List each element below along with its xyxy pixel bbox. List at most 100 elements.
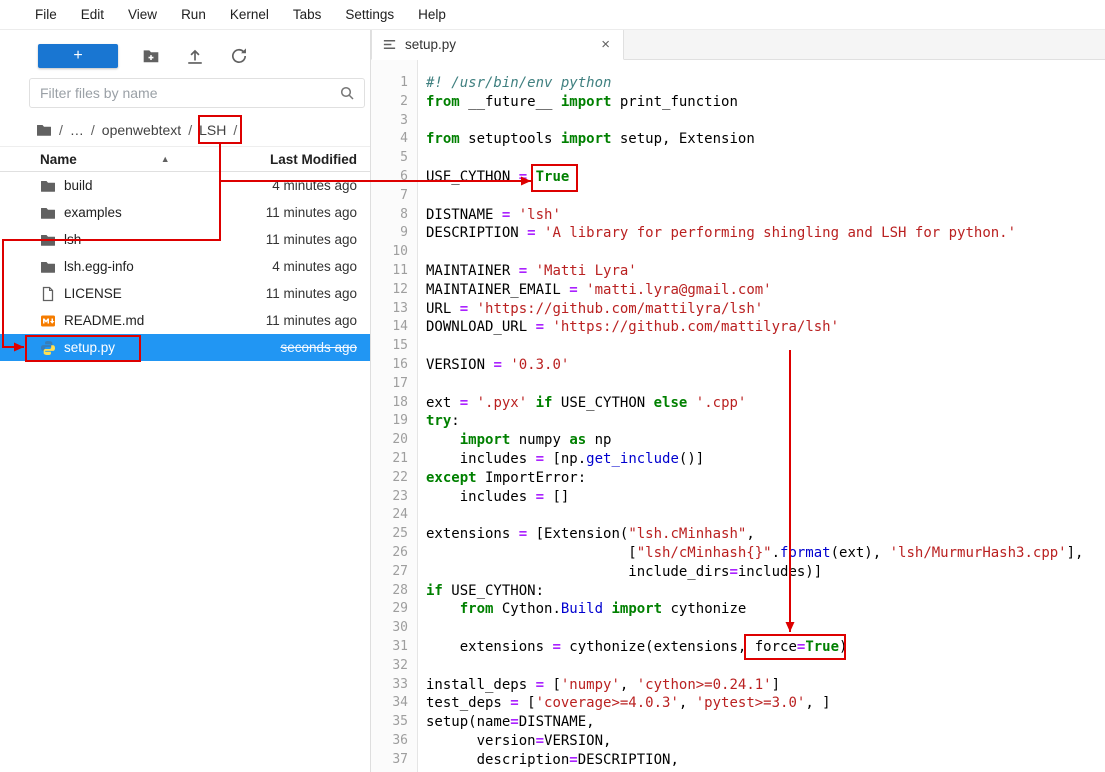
code-line[interactable]: include_dirs=includes)] (426, 563, 1105, 582)
code-line[interactable]: extensions = cythonize(extensions, force… (426, 638, 1105, 657)
code-line[interactable]: if USE_CYTHON: (426, 582, 1105, 601)
new-folder-button[interactable] (142, 47, 160, 65)
new-launcher-button[interactable]: + (38, 44, 118, 68)
menu-item-tabs[interactable]: Tabs (281, 7, 334, 22)
file-name: build (64, 178, 93, 193)
refresh-button[interactable] (230, 47, 248, 65)
code-line[interactable] (426, 506, 1105, 525)
code-line[interactable]: ext = '.pyx' if USE_CYTHON else '.cpp' (426, 394, 1105, 413)
close-icon[interactable]: × (598, 36, 613, 53)
menu-item-run[interactable]: Run (169, 7, 218, 22)
text-editor-icon (382, 37, 397, 52)
code-line[interactable]: description=DESCRIPTION, (426, 751, 1105, 770)
breadcrumb-separator: / (188, 122, 192, 138)
code-line[interactable]: from __future__ import print_function (426, 93, 1105, 112)
file-modified: 4 minutes ago (272, 259, 357, 274)
code-line[interactable]: extensions = [Extension("lsh.cMinhash", (426, 525, 1105, 544)
code-line[interactable] (426, 657, 1105, 676)
line-number: 35 (371, 713, 417, 732)
file-row-license[interactable]: LICENSE11 minutes ago (0, 280, 370, 307)
file-row-lsh-egg-info[interactable]: lsh.egg-info4 minutes ago (0, 253, 370, 280)
code-line[interactable]: MAINTAINER_EMAIL = 'matti.lyra@gmail.com… (426, 281, 1105, 300)
code-line[interactable] (426, 619, 1105, 638)
line-number: 34 (371, 694, 417, 713)
column-header-last-modified[interactable]: Last Modified (270, 152, 357, 167)
line-number: 6 (371, 168, 417, 187)
code-line[interactable]: DISTNAME = 'lsh' (426, 206, 1105, 225)
code-line[interactable]: from setuptools import setup, Extension (426, 130, 1105, 149)
code-line[interactable]: DOWNLOAD_URL = 'https://github.com/matti… (426, 318, 1105, 337)
line-number: 37 (371, 751, 417, 770)
code-line[interactable]: URL = 'https://github.com/mattilyra/lsh' (426, 300, 1105, 319)
line-number: 28 (371, 582, 417, 601)
menu-item-edit[interactable]: Edit (69, 7, 116, 22)
file-browser-panel: + /…/openwebtext/LSH/ Name ▲ Last Modifi… (0, 30, 371, 772)
file-row-examples[interactable]: examples11 minutes ago (0, 199, 370, 226)
filter-input[interactable] (30, 85, 339, 101)
jupyterlab-window: FileEditViewRunKernelTabsSettingsHelp + … (0, 0, 1105, 772)
code-line[interactable] (426, 112, 1105, 131)
file-name: README.md (64, 313, 144, 328)
file-row-readme-md[interactable]: README.md11 minutes ago (0, 307, 370, 334)
code-line[interactable]: version=VERSION, (426, 732, 1105, 751)
line-number: 32 (371, 657, 417, 676)
folder-icon (40, 178, 56, 194)
line-number: 21 (371, 450, 417, 469)
code-line[interactable]: setup(name=DISTNAME, (426, 713, 1105, 732)
code-line[interactable] (426, 187, 1105, 206)
file-modified: 11 minutes ago (266, 232, 357, 247)
code-line[interactable]: MAINTAINER = 'Matti Lyra' (426, 262, 1105, 281)
file-row-setup-py[interactable]: setup.pyseconds ago (0, 334, 370, 361)
code-line[interactable] (426, 337, 1105, 356)
line-number: 5 (371, 149, 417, 168)
menu-item-settings[interactable]: Settings (333, 7, 406, 22)
line-number: 10 (371, 243, 417, 262)
breadcrumb-item-openwebtext[interactable]: openwebtext (102, 122, 181, 138)
code-line[interactable] (426, 375, 1105, 394)
folder-icon (36, 122, 52, 138)
upload-button[interactable] (186, 47, 204, 65)
code-line[interactable]: install_deps = ['numpy', 'cython>=0.24.1… (426, 676, 1105, 695)
line-number: 24 (371, 506, 417, 525)
code-line[interactable]: except ImportError: (426, 469, 1105, 488)
menu-item-view[interactable]: View (116, 7, 169, 22)
code-line[interactable]: ["lsh/cMinhash{}".format(ext), 'lsh/Murm… (426, 544, 1105, 563)
code-line[interactable]: from Cython.Build import cythonize (426, 600, 1105, 619)
code-line[interactable]: includes = [np.get_include()] (426, 450, 1105, 469)
line-number: 7 (371, 187, 417, 206)
file-row-lsh[interactable]: lsh11 minutes ago (0, 226, 370, 253)
line-number: 15 (371, 337, 417, 356)
column-header-name[interactable]: Name (40, 152, 77, 167)
code-line[interactable]: test_deps = ['coverage>=4.0.3', 'pytest>… (426, 694, 1105, 713)
line-number: 13 (371, 300, 417, 319)
code-line[interactable]: try: (426, 412, 1105, 431)
menu-item-help[interactable]: Help (406, 7, 458, 22)
code-line[interactable]: USE_CYTHON = True (426, 168, 1105, 187)
folder-icon (40, 259, 56, 275)
filter-box (29, 78, 365, 108)
line-number-gutter: 1234567891011121314151617181920212223242… (371, 60, 418, 772)
code-line[interactable]: #! /usr/bin/env python (426, 74, 1105, 93)
code-line[interactable]: import numpy as np (426, 431, 1105, 450)
code-line[interactable]: includes = [] (426, 488, 1105, 507)
breadcrumb-item-lsh[interactable]: LSH (199, 122, 226, 138)
line-number: 19 (371, 412, 417, 431)
new-folder-icon (142, 47, 160, 65)
line-number: 25 (371, 525, 417, 544)
tab-setup-py[interactable]: setup.py × (371, 30, 624, 60)
code-line[interactable]: VERSION = '0.3.0' (426, 356, 1105, 375)
code-line[interactable]: DESCRIPTION = 'A library for performing … (426, 224, 1105, 243)
code-line[interactable] (426, 243, 1105, 262)
breadcrumb-ellipsis[interactable]: … (70, 122, 84, 138)
file-modified: seconds ago (280, 340, 357, 355)
line-number: 18 (371, 394, 417, 413)
line-number: 9 (371, 224, 417, 243)
breadcrumb-separator: / (91, 122, 95, 138)
menu-item-kernel[interactable]: Kernel (218, 7, 281, 22)
line-number: 14 (371, 318, 417, 337)
code-line[interactable] (426, 149, 1105, 168)
file-row-build[interactable]: build4 minutes ago (0, 172, 370, 199)
code-editor: 1234567891011121314151617181920212223242… (371, 60, 1105, 772)
code-content[interactable]: #! /usr/bin/env pythonfrom __future__ im… (418, 60, 1105, 772)
menu-item-file[interactable]: File (23, 7, 69, 22)
